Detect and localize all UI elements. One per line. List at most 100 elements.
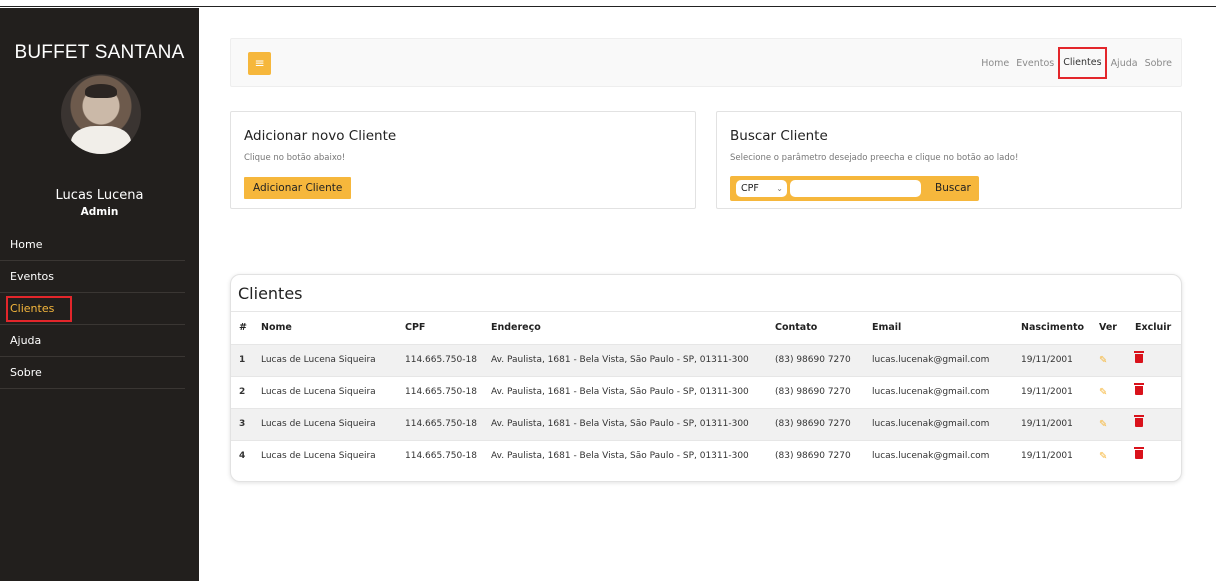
row-index: 1 [231,343,255,376]
table-row: 4 Lucas de Lucena Siqueira 114.665.750-1… [231,439,1181,472]
search-client-card: Buscar Cliente Selecione o parâmetro des… [716,111,1182,209]
col-header-ver: Ver [1099,322,1117,334]
search-param-value: CPF [741,183,759,194]
col-header-cpf: CPF [405,322,426,334]
cell-endereco: Av. Paulista, 1681 - Bela Vista, São Pau… [485,375,769,408]
cell-excluir [1129,439,1181,472]
cell-nascimento: 19/11/2001 [1015,439,1093,472]
sidebar-item-sobre[interactable]: Sobre [0,357,185,389]
sidebar: BUFFET SANTANA Lucas Lucena Admin Home E… [0,8,199,581]
row-index: 3 [231,407,255,440]
sidebar-item-ajuda[interactable]: Ajuda [0,325,185,357]
top-navbar: ≡ Home Eventos Clientes Ajuda Sobre [230,38,1182,87]
add-client-hint: Clique no botão abaixo! [244,153,346,163]
cell-contato: (83) 98690 7270 [769,439,866,472]
search-param-select[interactable]: CPF ⌄ [736,180,787,197]
cell-nascimento: 19/11/2001 [1015,375,1093,408]
col-header-contato: Contato [775,322,818,334]
user-role: Admin [80,206,119,218]
hamburger-icon: ≡ [254,56,265,70]
cell-cpf: 114.665.750-18 [399,343,485,376]
cell-nome: Lucas de Lucena Siqueira [255,407,399,440]
clients-table-title: Clientes [238,284,303,303]
sidebar-item-label: Clientes [5,296,73,322]
add-client-button[interactable]: Adicionar Cliente [244,177,352,199]
cell-endereco: Av. Paulista, 1681 - Bela Vista, São Pau… [485,407,769,440]
cell-nome: Lucas de Lucena Siqueira [255,375,399,408]
add-client-title: Adicionar novo Cliente [244,128,397,144]
cell-excluir [1129,375,1181,408]
cell-ver: ✎ [1093,343,1129,376]
cell-ver: ✎ [1093,407,1129,440]
search-input[interactable] [790,180,921,197]
edit-icon[interactable]: ✎ [1099,451,1107,462]
cell-contato: (83) 98690 7270 [769,375,866,408]
col-header-excluir: Excluir [1135,322,1172,334]
cell-endereco: Av. Paulista, 1681 - Bela Vista, São Pau… [485,439,769,472]
table-row: 2 Lucas de Lucena Siqueira 114.665.750-1… [231,375,1181,408]
sidebar-nav: Home Eventos Clientes Ajuda Sobre [0,229,199,389]
trash-icon[interactable] [1134,383,1144,395]
clients-table-card: Clientes # Nome CPF Endereço Contato Ema… [230,274,1182,482]
col-header-endereco: Endereço [491,322,541,334]
add-client-card: Adicionar novo Cliente Clique no botão a… [230,111,696,209]
sidebar-item-label: Sobre [10,366,42,379]
sidebar-item-label: Home [10,238,43,251]
topnav-link-eventos[interactable]: Eventos [1015,58,1055,69]
search-button[interactable]: Buscar [935,176,971,201]
cell-contato: (83) 98690 7270 [769,407,866,440]
cell-email: lucas.lucenak@gmail.com [866,375,1015,408]
search-client-title: Buscar Cliente [730,128,828,144]
table-row: 3 Lucas de Lucena Siqueira 114.665.750-1… [231,407,1181,440]
col-header-nascimento: Nascimento [1021,322,1085,334]
row-index: 4 [231,439,255,472]
cell-contato: (83) 98690 7270 [769,343,866,376]
edit-icon[interactable]: ✎ [1099,355,1107,366]
cell-cpf: 114.665.750-18 [399,439,485,472]
cell-excluir [1129,343,1181,376]
clients-table: # Nome CPF Endereço Contato Email Nascim… [231,312,1181,472]
search-group: CPF ⌄ Buscar [730,176,979,201]
cell-cpf: 114.665.750-18 [399,407,485,440]
window-top-border [0,0,1216,7]
cell-excluir [1129,407,1181,440]
cell-nascimento: 19/11/2001 [1015,343,1093,376]
topnav-link-sobre[interactable]: Sobre [1144,58,1173,69]
avatar [61,74,141,154]
topnav-link-clientes[interactable]: Clientes [1058,47,1107,79]
sidebar-toggle-button[interactable]: ≡ [248,52,271,75]
row-index: 2 [231,375,255,408]
trash-icon[interactable] [1134,415,1144,427]
cell-endereco: Av. Paulista, 1681 - Bela Vista, São Pau… [485,343,769,376]
trash-icon[interactable] [1134,351,1144,363]
sidebar-item-label: Eventos [10,270,54,283]
cell-nome: Lucas de Lucena Siqueira [255,439,399,472]
table-row: 1 Lucas de Lucena Siqueira 114.665.750-1… [231,343,1181,376]
sidebar-item-label: Ajuda [10,334,42,347]
avatar-shirt [71,126,131,154]
cell-email: lucas.lucenak@gmail.com [866,407,1015,440]
cell-cpf: 114.665.750-18 [399,375,485,408]
brand-title: BUFFET SANTANA [14,42,185,63]
avatar-hair [85,84,117,98]
topnav-link-ajuda[interactable]: Ajuda [1110,58,1139,69]
topnav-link-home[interactable]: Home [980,58,1010,69]
cell-ver: ✎ [1093,375,1129,408]
cell-email: lucas.lucenak@gmail.com [866,439,1015,472]
sidebar-item-home[interactable]: Home [0,229,185,261]
cell-ver: ✎ [1093,439,1129,472]
col-header-nome: Nome [261,322,292,334]
chevron-down-icon: ⌄ [776,184,783,193]
cell-nome: Lucas de Lucena Siqueira [255,343,399,376]
cell-email: lucas.lucenak@gmail.com [866,343,1015,376]
col-header-index: # [239,322,247,334]
user-name: Lucas Lucena [55,188,144,203]
top-nav-links: Home Eventos Clientes Ajuda Sobre [975,47,1173,79]
cell-nascimento: 19/11/2001 [1015,407,1093,440]
edit-icon[interactable]: ✎ [1099,387,1107,398]
edit-icon[interactable]: ✎ [1099,419,1107,430]
sidebar-item-eventos[interactable]: Eventos [0,261,185,293]
trash-icon[interactable] [1134,447,1144,460]
sidebar-item-clientes[interactable]: Clientes [0,293,185,325]
col-header-email: Email [872,322,902,334]
